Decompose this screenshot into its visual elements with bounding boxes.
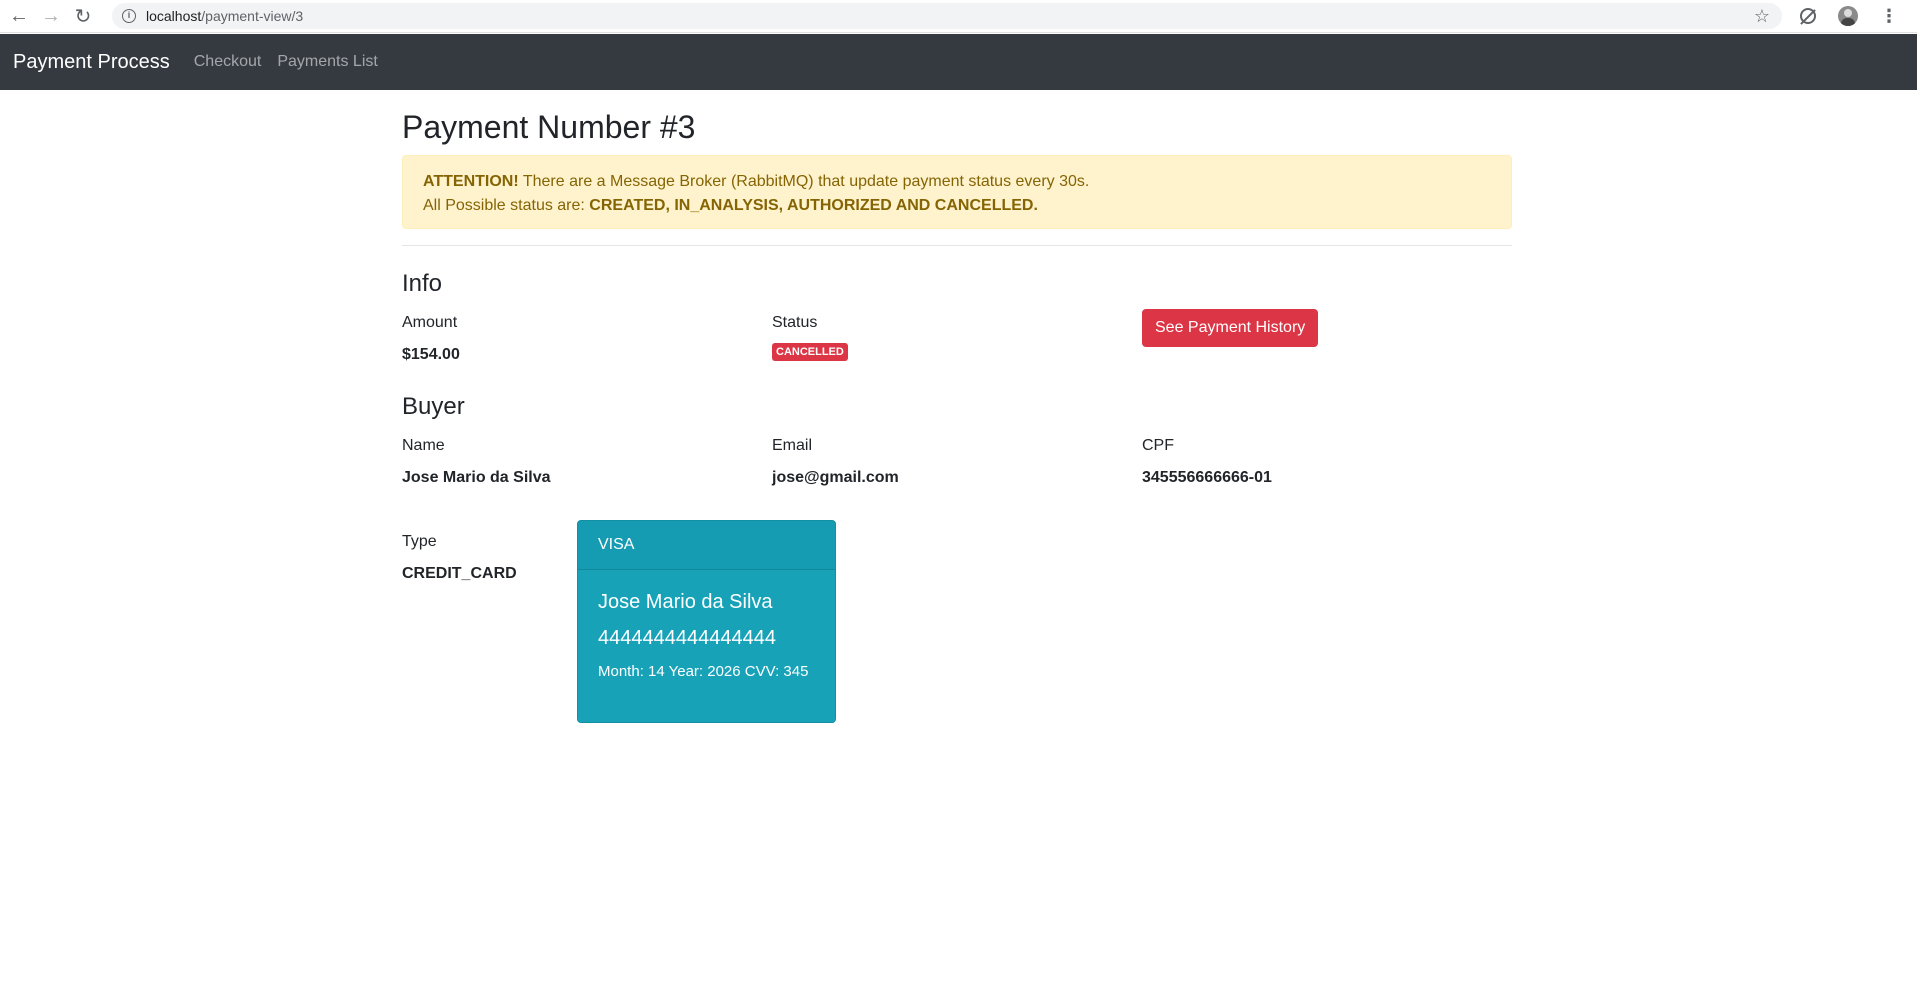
navbar-brand[interactable]: Payment Process	[13, 51, 170, 74]
profile-avatar[interactable]	[1838, 6, 1858, 26]
nav-link-checkout[interactable]: Checkout	[194, 53, 262, 71]
nav-link-payments-list[interactable]: Payments List	[277, 53, 377, 71]
payment-type-field: Type CREDIT_CARD	[402, 520, 577, 723]
alert-status-prefix: All Possible status are:	[423, 197, 590, 215]
forward-arrow-icon[interactable]: →	[40, 5, 62, 27]
buyer-cpf-label: CPF	[1142, 436, 1174, 454]
url-path: /payment-view/3	[201, 8, 304, 24]
alert-status-list: CREATED, IN_ANALYSIS, AUTHORIZED AND CAN…	[589, 197, 1038, 215]
buyer-email-value: jose@gmail.com	[772, 468, 899, 486]
card-number: 4444444444444444	[598, 626, 776, 649]
buyer-name-label: Name	[402, 436, 445, 454]
alert-line-2: All Possible status are: CREATED, IN_ANA…	[423, 194, 1491, 218]
alert-message: There are a Message Broker (RabbitMQ) th…	[518, 173, 1090, 191]
attention-alert: ATTENTION! There are a Message Broker (R…	[402, 155, 1512, 230]
status-label: Status	[772, 314, 818, 332]
card-body: Jose Mario da Silva 4444444444444444 Mon…	[578, 570, 835, 702]
payment-type-row: Type CREDIT_CARD VISA Jose Mario da Silv…	[402, 519, 1512, 723]
status-badge: CANCELLED	[772, 343, 848, 362]
info-section-title: Info	[402, 270, 443, 298]
credit-card-panel: VISA Jose Mario da Silva 444444444444444…	[577, 519, 836, 723]
buyer-section-title: Buyer	[402, 393, 465, 421]
buyer-name-field: Name Jose Mario da Silva	[402, 436, 772, 488]
history-field: See Payment History	[1142, 309, 1512, 365]
bookmark-star-icon[interactable]: ☆	[1754, 6, 1770, 27]
page-title: Payment Number #3	[402, 109, 696, 145]
address-bar[interactable]: i localhost/payment-view/3 ☆	[112, 3, 1782, 29]
browser-toolbar: ← → ↻ i localhost/payment-view/3 ☆ ⋮	[0, 0, 1917, 33]
amount-value: $154.00	[402, 346, 460, 364]
buyer-email-label: Email	[772, 436, 813, 454]
url-host: localhost	[146, 8, 202, 24]
back-arrow-icon[interactable]: ←	[8, 5, 30, 27]
site-info-icon[interactable]: i	[122, 9, 136, 23]
buyer-cpf-value: 345556666666-01	[1142, 468, 1272, 486]
status-field: Status CANCELLED	[772, 313, 1142, 365]
buyer-name-value: Jose Mario da Silva	[402, 468, 551, 486]
extension-icon[interactable]	[1800, 8, 1816, 24]
buyer-cpf-field: CPF 345556666666-01	[1142, 436, 1512, 488]
card-brand: VISA	[578, 521, 835, 570]
see-payment-history-button[interactable]: See Payment History	[1142, 309, 1319, 348]
buyer-email-field: Email jose@gmail.com	[772, 436, 1142, 488]
amount-label: Amount	[402, 314, 458, 332]
browser-menu-icon[interactable]: ⋮	[1880, 6, 1898, 27]
payment-type-value: CREDIT_CARD	[402, 564, 517, 582]
alert-line-1: ATTENTION! There are a Message Broker (R…	[423, 170, 1491, 194]
buyer-row: Name Jose Mario da Silva Email jose@gmai…	[402, 436, 1512, 488]
info-row: Amount $154.00 Status CANCELLED See Paym…	[402, 309, 1512, 365]
payment-type-label: Type	[402, 532, 437, 550]
reload-icon[interactable]: ↻	[72, 5, 94, 28]
main-content: Payment Number #3 ATTENTION! There are a…	[402, 90, 1512, 723]
app-navbar: Payment Process Checkout Payments List	[0, 34, 1917, 90]
amount-field: Amount $154.00	[402, 313, 772, 365]
card-holder-name: Jose Mario da Silva	[598, 590, 773, 613]
divider	[402, 245, 1512, 247]
card-expiry-cvv: Month: 14 Year: 2026 CVV: 345	[598, 662, 809, 680]
alert-strong: ATTENTION!	[423, 173, 519, 191]
